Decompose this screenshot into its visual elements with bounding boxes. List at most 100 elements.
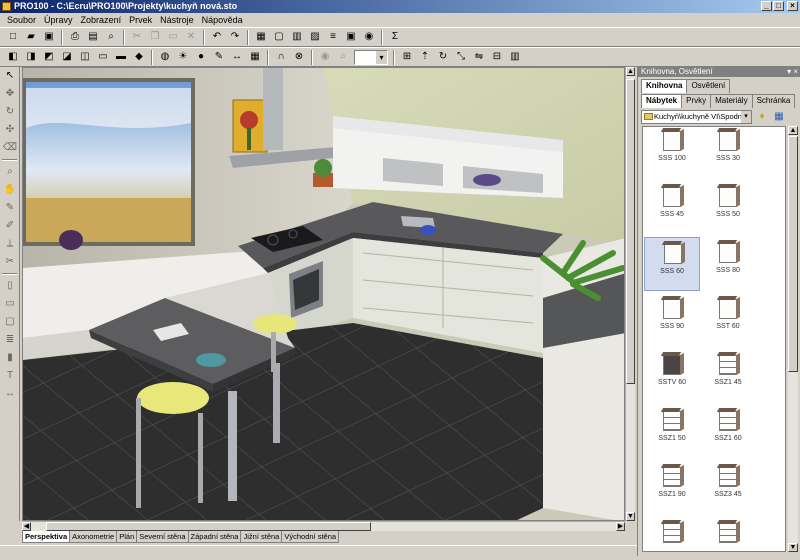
- distribute-icon[interactable]: ⊟: [489, 49, 505, 65]
- stairs-icon[interactable]: ≣: [2, 332, 18, 348]
- scroll-down-arrow[interactable]: ▼: [626, 512, 635, 521]
- library-item[interactable]: SST 60: [700, 293, 756, 347]
- render-icon[interactable]: ◉: [361, 29, 377, 45]
- library-item[interactable]: [644, 517, 700, 551]
- viewport-horizontal-scrollbar[interactable]: ◀ ▶: [22, 521, 625, 531]
- viewport-horizontal-scroll-thumb[interactable]: [46, 522, 371, 531]
- library-item[interactable]: SSS 45: [644, 181, 700, 235]
- snap-grid-icon[interactable]: ⊞: [399, 49, 415, 65]
- minimize-button[interactable]: _: [761, 1, 772, 11]
- scroll-right-arrow[interactable]: ▶: [616, 522, 625, 531]
- library-scroll-up[interactable]: ▲: [788, 126, 798, 135]
- rubber-icon[interactable]: ⌫: [2, 140, 18, 156]
- chevron-down-icon[interactable]: ▾: [741, 111, 751, 123]
- viewport-vertical-scroll-thumb[interactable]: [626, 79, 635, 384]
- library-item[interactable]: SSZ3 45: [700, 461, 756, 515]
- tab-view-3[interactable]: Severní stěna: [136, 531, 189, 543]
- zoom-combo[interactable]: [354, 49, 388, 65]
- print-icon[interactable]: ▤: [85, 29, 101, 45]
- camera-icon[interactable]: ◍: [157, 49, 173, 65]
- light-icon[interactable]: ☀: [175, 49, 191, 65]
- copy-icon[interactable]: ❐: [147, 29, 163, 45]
- tab-view-2[interactable]: Plán: [116, 531, 138, 543]
- library-item[interactable]: SSZ1 90: [644, 461, 700, 515]
- library-item[interactable]: SSS 60: [644, 237, 700, 291]
- bulb-icon[interactable]: ●: [193, 49, 209, 65]
- 3d-viewport[interactable]: [22, 67, 625, 521]
- menu-0[interactable]: Soubor: [3, 13, 40, 27]
- maximize-button[interactable]: □: [773, 1, 784, 11]
- arrow-icon[interactable]: ↖: [2, 68, 18, 84]
- view-right-icon[interactable]: ◫: [77, 49, 93, 65]
- save-icon[interactable]: ▣: [41, 29, 57, 45]
- library-item[interactable]: SSS 50: [700, 181, 756, 235]
- edit-icon[interactable]: ✎: [2, 200, 18, 216]
- align-icon[interactable]: ≡: [325, 29, 341, 45]
- menu-5[interactable]: Nápověda: [198, 13, 247, 27]
- library-item[interactable]: SSZ1 50: [644, 405, 700, 459]
- rotate-icon[interactable]: ↻: [435, 49, 451, 65]
- snap-icon[interactable]: ⊗: [291, 49, 307, 65]
- layers-icon[interactable]: ▥: [289, 29, 305, 45]
- window-tool-icon[interactable]: ▢: [2, 314, 18, 330]
- text-tool-icon[interactable]: T: [2, 368, 18, 384]
- library-item[interactable]: SSS 80: [700, 237, 756, 291]
- view-back-icon[interactable]: ▭: [95, 49, 111, 65]
- move-tool-icon[interactable]: ✣: [2, 122, 18, 138]
- delete-icon[interactable]: ✕: [183, 29, 199, 45]
- print-preview-icon[interactable]: ⎙: [67, 29, 83, 45]
- scroll-left-arrow[interactable]: ◀: [22, 522, 31, 531]
- scale-icon[interactable]: ⤡: [453, 49, 469, 65]
- library-scroll-down[interactable]: ▼: [788, 543, 798, 552]
- library-path-select[interactable]: Kuchyň\kuchyně VI\Spodní ▾: [641, 110, 752, 124]
- close-button[interactable]: ×: [787, 1, 798, 11]
- tab-view-4[interactable]: Západní stěna: [187, 531, 242, 543]
- menu-2[interactable]: Zobrazení: [77, 13, 126, 27]
- dim-icon[interactable]: ↔: [2, 386, 18, 402]
- pan-icon[interactable]: ✋: [2, 182, 18, 198]
- measure-tool-icon[interactable]: ⟂: [2, 236, 18, 252]
- view-3d-icon[interactable]: ◪: [59, 49, 75, 65]
- bulb-icon[interactable]: ♦: [755, 110, 769, 124]
- panel-tab-0[interactable]: Knihovna: [641, 79, 688, 93]
- library-item[interactable]: SSS 90: [644, 293, 700, 347]
- preview-icon[interactable]: ▣: [343, 29, 359, 45]
- library-scrollbar[interactable]: ▲ ▼: [788, 126, 798, 552]
- select-icon[interactable]: ✥: [2, 86, 18, 102]
- stop-icon[interactable]: ◉: [317, 49, 333, 65]
- library-scroll-thumb[interactable]: [788, 136, 798, 372]
- draw-icon[interactable]: ✐: [2, 218, 18, 234]
- viewport-vertical-scrollbar[interactable]: ▲ ▼: [625, 67, 635, 521]
- library-item[interactable]: SSZ1 60: [700, 405, 756, 459]
- sum-icon[interactable]: Σ: [387, 29, 403, 45]
- new-doc-icon[interactable]: □: [5, 29, 21, 45]
- view-bottom-icon[interactable]: ▬: [113, 49, 129, 65]
- cut-tool-icon[interactable]: ✂: [2, 254, 18, 270]
- zoom-icon[interactable]: ⌕: [335, 49, 351, 65]
- menu-4[interactable]: Nástroje: [156, 13, 198, 27]
- door-icon[interactable]: ▭: [2, 296, 18, 312]
- view-left-icon[interactable]: ◨: [23, 49, 39, 65]
- column-icon[interactable]: ▮: [2, 350, 18, 366]
- grid-icon[interactable]: ▦: [247, 49, 263, 65]
- library-item[interactable]: [700, 517, 756, 551]
- panel-subtab-0[interactable]: Nábytek: [641, 94, 683, 108]
- mirror-icon[interactable]: ⇋: [471, 49, 487, 65]
- window-icon[interactable]: ▢: [271, 29, 287, 45]
- panel-subtab-3[interactable]: Schránka: [751, 94, 796, 108]
- magnet-icon[interactable]: ∩: [273, 49, 289, 65]
- measure-icon[interactable]: ↔: [229, 49, 245, 65]
- library-item[interactable]: SSTV 60: [644, 349, 700, 403]
- find-icon[interactable]: ⌕: [103, 29, 119, 45]
- panel-subtab-2[interactable]: Materiály: [710, 94, 753, 108]
- move-icon[interactable]: ⇡: [417, 49, 433, 65]
- tab-view-0[interactable]: Perspektiva: [22, 531, 71, 543]
- rotate-tool-icon[interactable]: ↻: [2, 104, 18, 120]
- view-mode-icon[interactable]: ▦: [772, 110, 786, 124]
- tab-view-6[interactable]: Východní stěna: [281, 531, 340, 543]
- undo-icon[interactable]: ↶: [209, 29, 225, 45]
- tab-view-5[interactable]: Jižní stěna: [240, 531, 283, 543]
- cut-icon[interactable]: ✂: [129, 29, 145, 45]
- scroll-up-arrow[interactable]: ▲: [626, 67, 635, 76]
- open-folder-icon[interactable]: ▰: [23, 29, 39, 45]
